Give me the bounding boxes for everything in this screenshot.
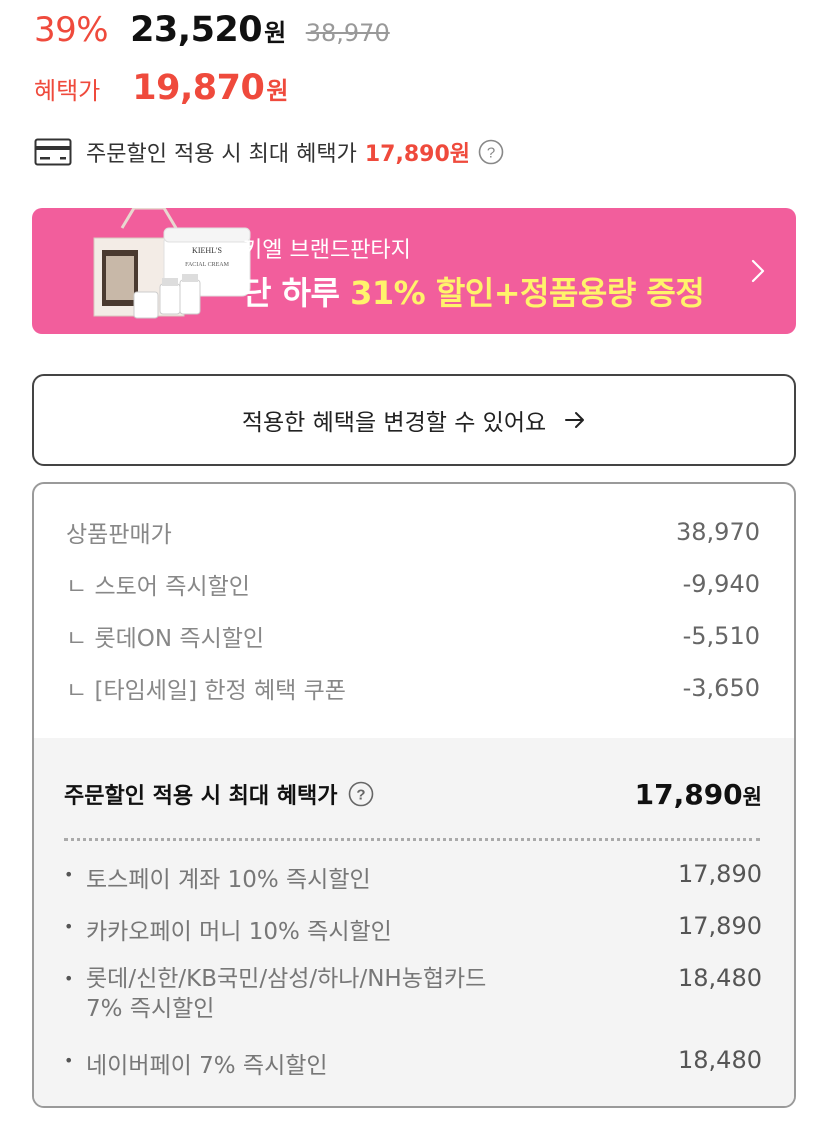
breakdown-row: ㄴ 스토어 즉시할인 -9,940	[66, 564, 760, 604]
svg-text:?: ?	[487, 145, 495, 162]
breakdown-row: ㄴ 롯데ON 즉시할인 -5,510	[66, 616, 760, 656]
svg-text:FACIAL CREAM: FACIAL CREAM	[185, 262, 230, 268]
breakdown-value: 38,970	[676, 518, 760, 546]
max-benefit-row: 주문할인 적용 시 최대 혜택가 17,890원 ?	[34, 134, 504, 170]
payment-option-value: 17,890	[678, 860, 762, 888]
breakdown-row: ㄴ [타임세일] 한정 혜택 쿠폰 -3,650	[66, 668, 760, 708]
price-breakdown-box: 상품판매가 38,970 ㄴ 스토어 즉시할인 -9,940 ㄴ 롯데ON 즉시…	[32, 482, 796, 1108]
svg-text:KIEHL'S: KIEHL'S	[192, 246, 222, 255]
sale-price: 23,520원	[130, 10, 286, 50]
help-icon[interactable]: ?	[478, 139, 504, 165]
breakdown-value: -5,510	[682, 622, 760, 650]
divider	[64, 838, 760, 841]
change-benefit-button[interactable]: 적용한 혜택을 변경할 수 있어요	[32, 374, 796, 466]
promo-banner[interactable]: KIEHL'S FACIAL CREAM 키엘 브랜드판타지 단 하루 31% …	[32, 208, 796, 334]
breakdown-value: -3,650	[682, 674, 760, 702]
breakdown-label: ㄴ 롯데ON 즉시할인	[66, 626, 265, 652]
summary-price: 17,890원	[634, 777, 762, 811]
bullet-icon: •	[64, 969, 74, 988]
benefit-price: 19,870원	[132, 68, 288, 108]
bullet-icon: •	[64, 1051, 74, 1070]
change-benefit-label: 적용한 혜택을 변경할 수 있어요	[241, 410, 547, 436]
breakdown-row: 상품판매가 38,970	[66, 512, 760, 552]
payment-option-value: 18,480	[678, 1046, 762, 1074]
bullet-icon: •	[64, 917, 74, 936]
summary-title-row: 주문할인 적용 시 최대 혜택가 ? 17,890원	[64, 774, 762, 814]
max-benefit-price: 17,890원	[364, 142, 470, 167]
benefit-label: 혜택가	[34, 77, 101, 105]
banner-title: 단 하루 31% 할인+정품용량 증정	[242, 274, 705, 312]
breakdown-label: 상품판매가	[66, 522, 172, 548]
payment-option-label: 롯데/신한/KB국민/삼성/하나/NH농협카드 7% 즉시할인	[86, 966, 487, 1022]
discount-rate: 39%	[34, 10, 109, 50]
payment-option-row: • 카카오페이 머니 10% 즉시할인 17,890	[64, 912, 762, 946]
svg-text:?: ?	[356, 787, 365, 804]
bullet-icon: •	[64, 865, 74, 884]
arrow-right-icon	[565, 412, 585, 428]
benefit-price-row: 혜택가 19,870원	[34, 68, 288, 118]
payment-option-label: 토스페이 계좌 10% 즉시할인	[86, 867, 371, 893]
max-benefit-label: 주문할인 적용 시 최대 혜택가	[86, 142, 357, 167]
summary-title: 주문할인 적용 시 최대 혜택가 ?	[64, 778, 374, 810]
payment-option-row: • 토스페이 계좌 10% 즉시할인 17,890	[64, 860, 762, 894]
original-price: 38,970	[305, 19, 390, 47]
help-icon[interactable]: ?	[348, 781, 374, 807]
max-benefit-summary: 주문할인 적용 시 최대 혜택가 ? 17,890원 • 토스페이 계좌 10% …	[34, 738, 794, 1106]
breakdown-label: ㄴ 스토어 즉시할인	[66, 574, 250, 600]
payment-option-value: 17,890	[678, 912, 762, 940]
payment-option-value: 18,480	[678, 964, 762, 992]
breakdown-value: -9,940	[682, 570, 760, 598]
product-image: KIEHL'S FACIAL CREAM	[93, 208, 251, 319]
breakdown-label: ㄴ [타임세일] 한정 혜택 쿠폰	[66, 678, 346, 704]
payment-option-row: • 네이버페이 7% 즉시할인 18,480	[64, 1046, 762, 1080]
chevron-right-icon	[751, 259, 765, 283]
payment-option-label: 네이버페이 7% 즉시할인	[86, 1053, 328, 1079]
banner-subtitle: 키엘 브랜드판타지	[242, 238, 411, 263]
price-row: 39% 23,520원 38,970	[34, 10, 390, 60]
payment-option-row: • 롯데/신한/KB국민/삼성/하나/NH농협카드 7% 즉시할인 18,480	[64, 964, 762, 1028]
credit-card-icon	[34, 138, 72, 166]
payment-option-label: 카카오페이 머니 10% 즉시할인	[86, 919, 392, 945]
